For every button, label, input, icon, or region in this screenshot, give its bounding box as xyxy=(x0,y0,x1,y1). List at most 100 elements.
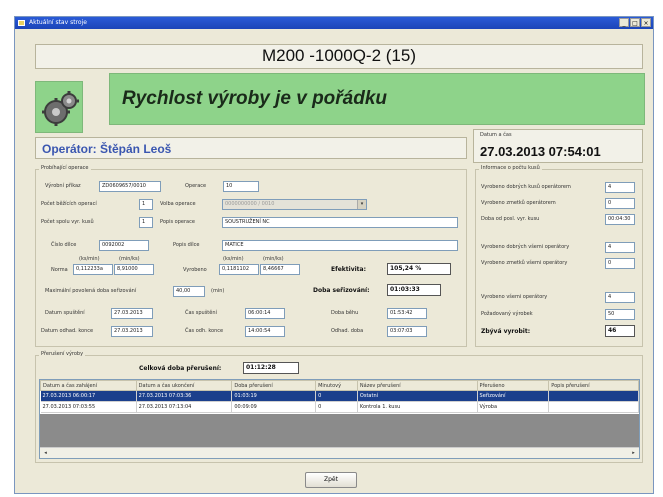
zmetky-vsemi-field[interactable]: 0 xyxy=(605,258,635,269)
datetime-panel: Datum a čas 27.03.2013 07:54:01 xyxy=(473,129,643,163)
label-dobre-vsemi: Vyrobeno dobrých všemi operátory xyxy=(481,244,570,250)
datum-spusteni-field[interactable]: 27.03.2013 xyxy=(111,308,153,319)
dobre-field[interactable]: 4 xyxy=(605,182,635,193)
maximize-button[interactable]: □ xyxy=(630,18,640,27)
label-unit-norma-1: (ks/min) xyxy=(79,256,100,262)
window-controls: _ □ × xyxy=(619,18,651,27)
popis-operace-field[interactable]: SOUSTRUŽENÍ NC xyxy=(222,217,458,228)
interruptions-table[interactable]: Datum a čas zahájení Datum a čas ukončen… xyxy=(39,379,640,459)
datum-konce-field[interactable]: 27.03.2013 xyxy=(111,326,153,337)
pocet-kusu-field[interactable]: 1 xyxy=(139,217,153,228)
vyrobeno-field-2[interactable]: 8,46667 xyxy=(260,264,300,275)
label-cas-konce: Čas odh. konce xyxy=(185,328,224,334)
label-doba-behu: Doba běhu xyxy=(331,310,359,316)
label-doba-serizovani: Doba seřizování: xyxy=(313,287,370,294)
vyrobni-prikaz-field[interactable]: ZD0609657/0010 xyxy=(99,181,161,192)
odhad-doba-field[interactable]: 03:07:03 xyxy=(387,326,427,337)
doba-posl-field[interactable]: 00:04:30 xyxy=(605,214,635,225)
table-header-row: Datum a čas zahájení Datum a čas ukončen… xyxy=(40,380,639,391)
popis-dilce-field[interactable]: MATICE xyxy=(222,240,458,251)
vyrobeno-field-1[interactable]: 0,1181102 xyxy=(219,264,259,275)
table-cell xyxy=(548,390,639,402)
col-header-name[interactable]: Název přerušení xyxy=(356,380,478,391)
label-unit-vyrobeno-1: (ks/min) xyxy=(223,256,244,262)
label-unit-norma-2: (min/ks) xyxy=(119,256,140,262)
norma-field-2[interactable]: 8,91000 xyxy=(114,264,154,275)
operator-name: Operátor: Štěpán Leoš xyxy=(42,142,172,156)
table-empty-area xyxy=(40,414,639,447)
table-cell: Výroba xyxy=(477,401,550,413)
label-datum-spusteni: Datum spuštění xyxy=(45,310,85,316)
zmetky-field[interactable]: 0 xyxy=(605,198,635,209)
operator-panel: Operátor: Štěpán Leoš xyxy=(35,137,467,159)
col-header-duration[interactable]: Doba přerušení xyxy=(231,380,317,391)
label-unit-vyrobeno-2: (min/ks) xyxy=(263,256,284,262)
table-cell: 27.03.2013 07:13:04 xyxy=(136,401,233,413)
col-header-minute[interactable]: Minutový xyxy=(315,380,358,391)
back-button[interactable]: Zpět xyxy=(305,472,357,488)
datetime-value: 27.03.2013 07:54:01 xyxy=(480,144,601,159)
label-zmetky-vsemi: Vyrobeno zmetků všemi operátory xyxy=(481,260,568,266)
label-volba-operace: Volba operace xyxy=(160,201,196,207)
cislo-dilce-field[interactable]: 0092002 xyxy=(99,240,149,251)
gear-icon xyxy=(42,91,79,126)
label-vyrobeno: Vyrobeno xyxy=(183,267,207,273)
zbyva-field: 46 xyxy=(605,325,635,337)
efektivita-field: 105,24 % xyxy=(387,263,451,275)
datetime-label: Datum a čas xyxy=(480,132,512,138)
label-norma: Norma xyxy=(51,267,68,273)
dobre-vsemi-field[interactable]: 4 xyxy=(605,242,635,253)
main-window: Aktuální stav stroje _ □ × M200 -1000Q-2… xyxy=(14,16,654,494)
table-cell xyxy=(548,401,639,413)
label-datum-konce: Datum odhad. konce xyxy=(41,328,94,334)
doba-behu-field[interactable]: 01:53:42 xyxy=(387,308,427,319)
table-cell: Kontrola 1. kusu xyxy=(357,401,478,413)
cas-spusteni-field[interactable]: 06:00:14 xyxy=(245,308,285,319)
col-header-start[interactable]: Datum a čas zahájení xyxy=(40,380,137,391)
scroll-left-icon[interactable]: ◂ xyxy=(41,449,50,458)
label-dobre: Vyrobeno dobrých kusů operátorem xyxy=(481,184,571,190)
table-row[interactable]: 27.03.2013 06:00:17 27.03.2013 07:03:36 … xyxy=(40,390,639,402)
label-vyrobni-prikaz: Výrobní příkaz xyxy=(45,183,81,189)
vsemi-field[interactable]: 4 xyxy=(605,292,635,303)
volba-operace-select[interactable]: 0000000000 / 0010 ▾ xyxy=(222,199,367,210)
title-bar: Aktuální stav stroje _ □ × xyxy=(15,17,653,29)
horizontal-scrollbar[interactable]: ◂ ▸ xyxy=(40,447,639,458)
operation-legend: Probíhající operace xyxy=(39,165,91,171)
pozadovano-field[interactable]: 50 xyxy=(605,309,635,320)
label-popis-dilce: Popis dílce xyxy=(173,242,200,248)
norma-field-1[interactable]: 0,112233a xyxy=(73,264,113,275)
doba-serizovani-field: 01:03:33 xyxy=(387,284,441,296)
label-odhad-doba: Odhad. doba xyxy=(331,328,364,334)
max-doba-field[interactable]: 40,00 xyxy=(173,286,205,297)
col-header-description[interactable]: Popis přerušení xyxy=(548,380,639,391)
cas-konce-field[interactable]: 14:00:54 xyxy=(245,326,285,337)
window-title: Aktuální stav stroje xyxy=(29,19,87,26)
close-button[interactable]: × xyxy=(641,18,651,27)
status-message: Rychlost výroby je v pořádku xyxy=(122,88,388,109)
label-pozadovano: Požadovaný výrobek xyxy=(481,311,533,317)
minimize-button[interactable]: _ xyxy=(619,18,629,27)
label-pocet-kusu: Počet spolu vyr. kusů xyxy=(41,219,94,225)
interruptions-grid: Datum a čas zahájení Datum a čas ukončen… xyxy=(40,380,639,413)
table-cell: 01:03:19 xyxy=(231,390,317,402)
celkova-doba-field: 01:12:28 xyxy=(243,362,299,374)
status-panel: Rychlost výroby je v pořádku xyxy=(109,73,645,125)
table-cell: Ostatní xyxy=(357,390,478,402)
pieces-legend: Informace o počtu kusů xyxy=(479,165,542,171)
label-zmetky: Vyrobeno zmetků operátorem xyxy=(481,200,556,206)
app-icon xyxy=(18,20,25,26)
operace-field[interactable]: 10 xyxy=(223,181,259,192)
col-header-interrupted[interactable]: Přerušeno xyxy=(476,380,550,391)
label-popis-operace: Popis operace xyxy=(160,219,195,225)
interruptions-legend: Přerušení výroby xyxy=(39,351,86,357)
label-max-doba: Maximální povolená doba seřizování xyxy=(45,288,137,294)
table-cell: 00:09:09 xyxy=(231,401,317,413)
pocet-behu-field[interactable]: 1 xyxy=(139,199,153,210)
label-doba-posl: Doba od posl. vyr. kusu xyxy=(481,216,540,222)
col-header-end[interactable]: Datum a čas ukončení xyxy=(135,380,233,391)
chevron-down-icon[interactable]: ▾ xyxy=(357,200,366,209)
table-row[interactable]: 27.03.2013 07:03:55 27.03.2013 07:13:04 … xyxy=(40,401,639,413)
volba-operace-value: 0000000000 / 0010 xyxy=(225,201,275,207)
scroll-right-icon[interactable]: ▸ xyxy=(629,449,638,458)
